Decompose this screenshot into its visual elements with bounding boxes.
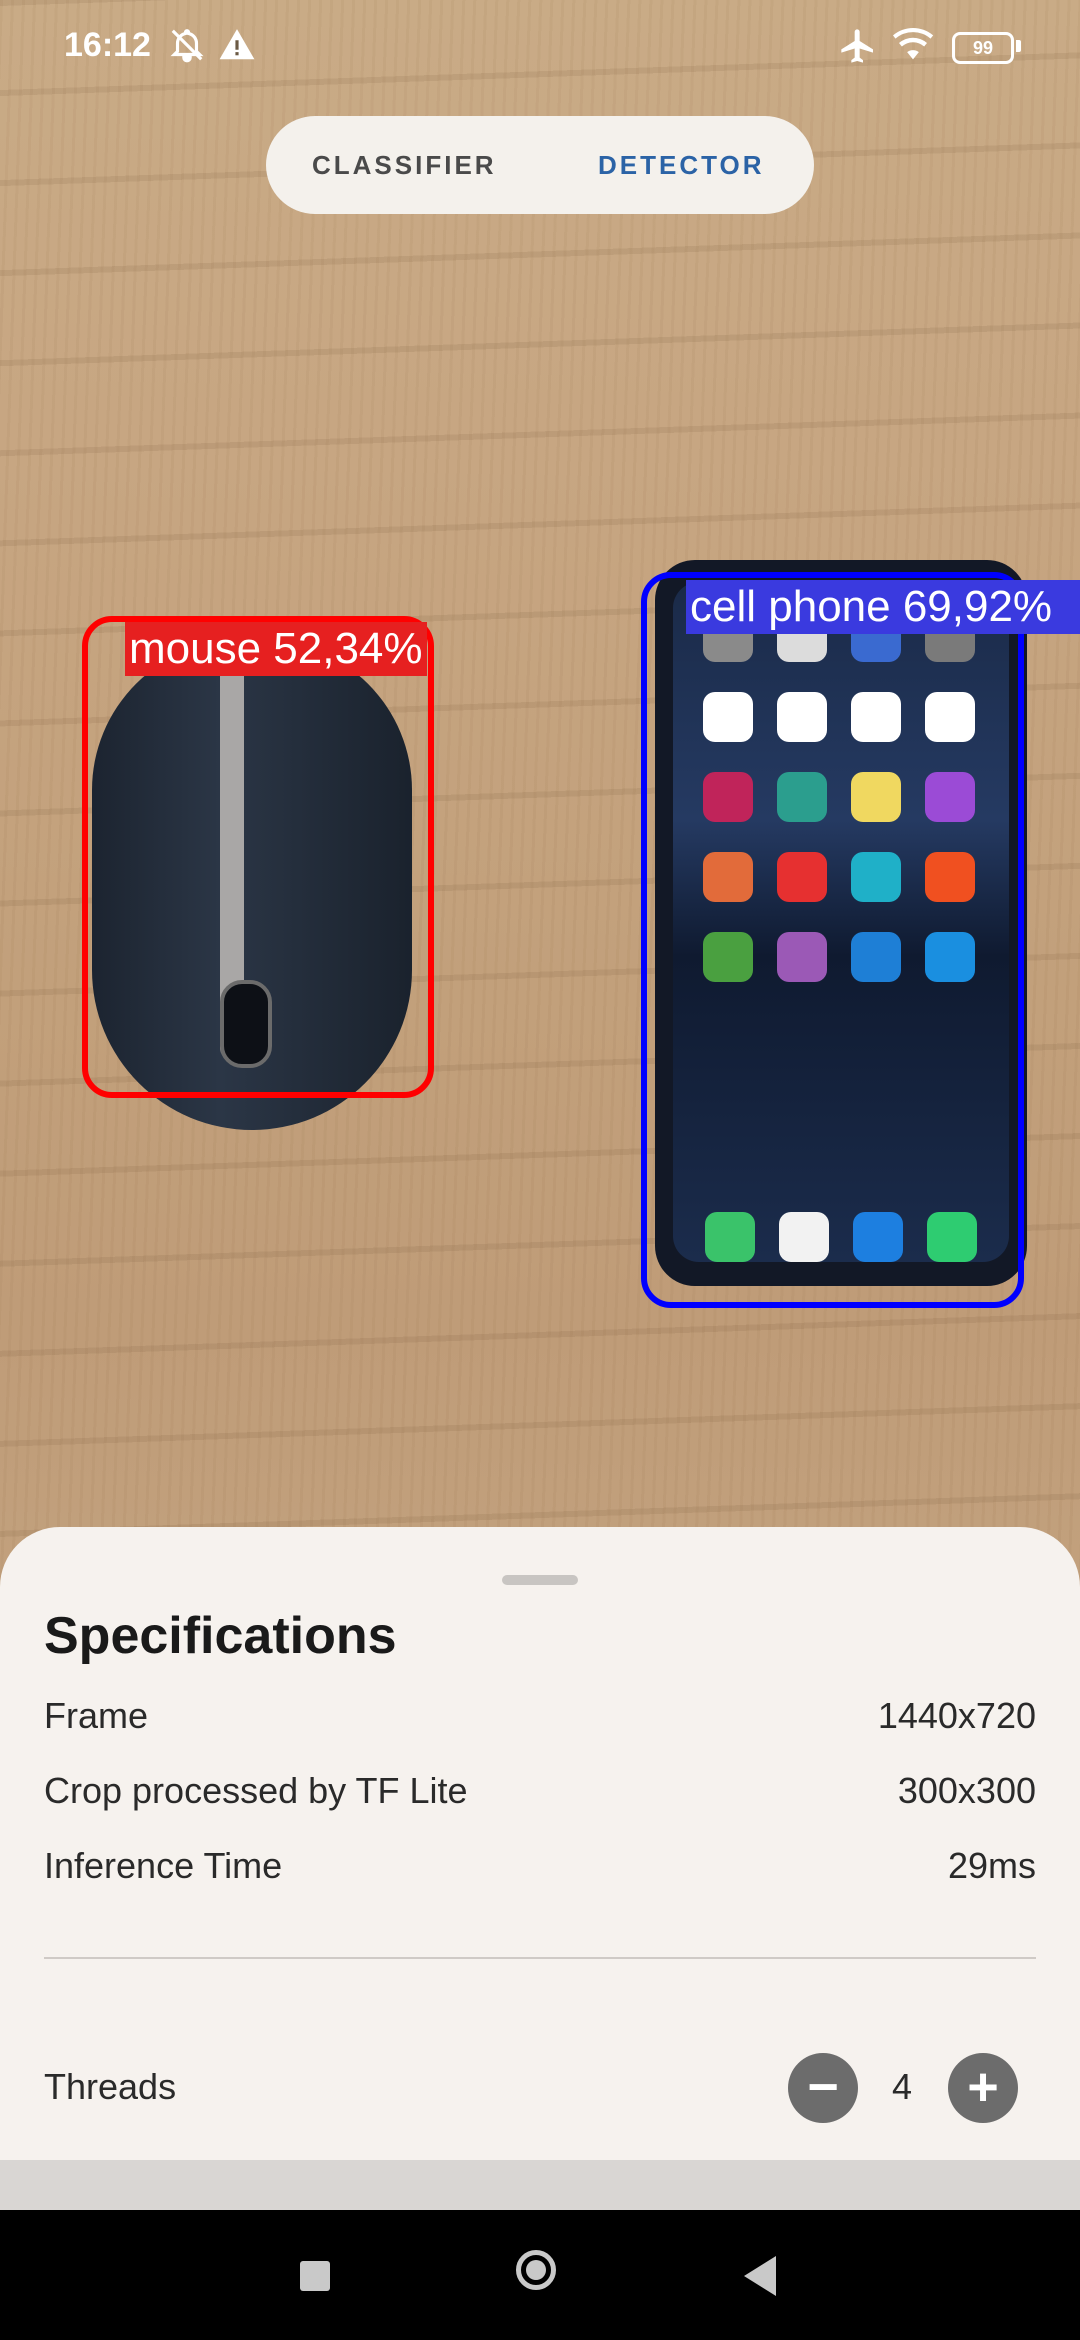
spec-label: Crop processed by TF Lite [44,1770,468,1811]
status-time: 16:12 [64,26,151,64]
warning-icon [219,29,255,60]
detection-box-mouse [82,616,434,1098]
divider [44,1957,1036,1959]
detection-label-mouse: mouse 52,34% [125,622,427,676]
spec-label: Frame [44,1695,149,1736]
detection-label-cell-phone: cell phone 69,92% [686,580,1080,634]
mode-tab-bar: CLASSIFIER DETECTOR [266,116,814,214]
sheet-drag-handle[interactable] [502,1575,578,1585]
spec-row-frame: Frame 1440x720 [44,1695,1036,1745]
tab-classifier[interactable]: CLASSIFIER [312,116,497,214]
spec-value: 1440x720 [877,1695,1036,1736]
threads-decrement-button[interactable]: − [788,2053,858,2123]
threads-increment-button[interactable]: + [948,2053,1018,2123]
wifi-icon [893,27,934,60]
spec-value: 300x300 [897,1770,1036,1811]
spec-label: Inference Time [44,1845,283,1886]
sheet-bottom-strip [0,2160,1080,2210]
battery-tip [1016,40,1021,52]
specifications-sheet: Specifications Frame 1440x720 Crop proce… [0,1527,1080,2165]
threads-label: Threads [44,2066,177,2107]
back-icon[interactable] [744,2256,776,2296]
sheet-title: Specifications [44,1607,397,1665]
spec-value: 29ms [947,1845,1036,1886]
battery-icon: 99 [952,32,1014,64]
recents-icon[interactable] [300,2261,330,2291]
airplane-icon [841,29,873,63]
spec-row-inference-time: Inference Time 29ms [44,1845,1036,1895]
mute-notifications-icon [170,29,204,63]
home-icon-center [526,2260,546,2280]
spec-row-crop: Crop processed by TF Lite 300x300 [44,1770,1036,1820]
tab-detector[interactable]: DETECTOR [598,116,765,214]
threads-count: 4 [891,2066,913,2107]
detection-box-cell-phone [641,572,1024,1308]
status-bar: 16:12 99 [0,0,1080,96]
